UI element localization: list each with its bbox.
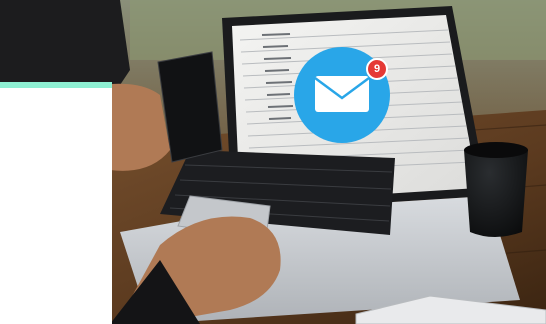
hero-photo: 9 bbox=[0, 0, 546, 324]
envelope-icon bbox=[314, 76, 370, 112]
notification-count: 9 bbox=[373, 63, 381, 75]
coffee-cup bbox=[464, 145, 528, 237]
accent-frame-panel bbox=[0, 82, 112, 324]
